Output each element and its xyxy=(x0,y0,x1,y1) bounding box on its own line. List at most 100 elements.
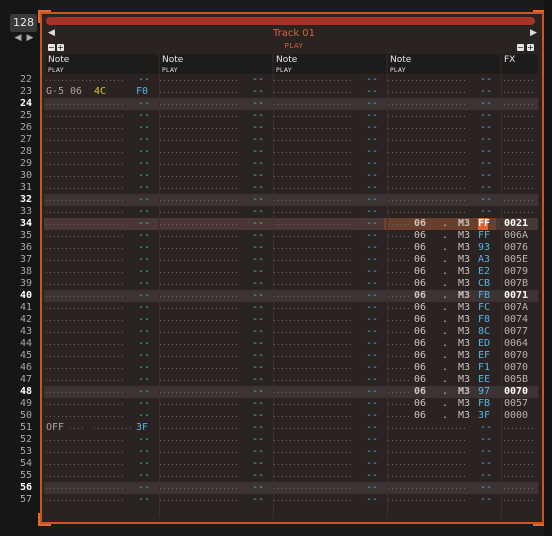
empty-cell-dots xyxy=(46,392,126,393)
empty-cell-dots xyxy=(274,428,354,429)
expand-plus-icon[interactable]: + xyxy=(57,44,64,52)
row-number: 56 xyxy=(19,482,32,493)
pattern-row[interactable]: -- -- -- 06. M3 EF 0070 xyxy=(44,350,538,362)
effect-value-cell: FC xyxy=(478,302,491,313)
pattern-row[interactable]: -- -- -- -- xyxy=(44,158,538,170)
empty-cell-dots xyxy=(504,500,536,501)
prev-track-arrow-icon[interactable]: ◀ xyxy=(12,32,24,44)
pattern-row[interactable]: G-5 06 4C F0 -- -- -- xyxy=(44,86,538,98)
pattern-row[interactable]: -- -- -- 06. M3 FC 007A xyxy=(44,302,538,314)
effect-value-empty: -- xyxy=(480,470,493,481)
column-header-fx[interactable]: FX xyxy=(502,54,538,74)
pattern-row[interactable]: -- -- -- 06. M3 A3 005E xyxy=(44,254,538,266)
effect-value-empty: -- xyxy=(138,446,151,457)
pattern-row[interactable]: -- -- -- 06. M3 E2 0079 xyxy=(44,266,538,278)
pattern-row[interactable]: -- -- -- -- xyxy=(44,182,538,194)
collapse-minus-icon[interactable]: − xyxy=(48,44,55,52)
column-header-1[interactable]: Note PLAY xyxy=(46,54,158,74)
fx-column-value: 0074 xyxy=(504,314,529,325)
track-title[interactable]: Track 01 xyxy=(200,28,388,39)
column-header-3[interactable]: Note PLAY xyxy=(274,54,386,74)
effect-value-empty: -- xyxy=(480,122,493,133)
empty-cell-dots xyxy=(160,224,240,225)
pattern-row[interactable]: -- -- -- 06. M3 F8 0074 xyxy=(44,314,538,326)
instrument-cell: 06 xyxy=(414,338,427,349)
track-scrollbar[interactable] xyxy=(46,17,535,25)
pattern-row[interactable]: -- -- -- 06. M3 ED 0064 xyxy=(44,338,538,350)
effect-value-empty: -- xyxy=(366,266,379,277)
empty-cell-dots xyxy=(504,128,536,129)
effect-value-empty: -- xyxy=(366,410,379,421)
row-number: 24 xyxy=(19,98,32,109)
empty-cell-dots xyxy=(274,404,354,405)
pattern-row[interactable]: -- -- -- 06. M3 F1 0070 xyxy=(44,362,538,374)
empty-cell-dots xyxy=(46,236,126,237)
pattern-row[interactable]: -- -- -- -- xyxy=(44,206,538,218)
instrument-cell: 06 xyxy=(414,290,427,301)
empty-cell-dots xyxy=(46,128,126,129)
panning-cell: . xyxy=(442,278,449,289)
pattern-row[interactable]: -- -- -- 06. M3 8C 0077 xyxy=(44,326,538,338)
pattern-row[interactable]: -- -- -- -- xyxy=(44,458,538,470)
pattern-row[interactable]: -- -- -- 06. M3 FF 006A xyxy=(44,230,538,242)
pattern-row[interactable]: -- -- -- -- xyxy=(44,434,538,446)
instrument-cell: 06 xyxy=(414,302,427,313)
pattern-row[interactable]: -- -- -- -- xyxy=(44,470,538,482)
pattern-row[interactable]: OFF 3F -- -- -- xyxy=(44,422,538,434)
empty-cell-dots xyxy=(160,332,240,333)
pattern-row[interactable]: -- -- -- -- xyxy=(44,122,538,134)
empty-cell-dots xyxy=(46,308,126,309)
effect-value-cell: ED xyxy=(478,338,491,349)
effect-value-empty: -- xyxy=(366,182,379,193)
row-number: 28 xyxy=(19,146,32,157)
lines-per-beat-field[interactable]: 128 xyxy=(10,14,37,32)
column-header-2[interactable]: Note PLAY xyxy=(160,54,272,74)
pattern-row[interactable]: -- -- -- -- xyxy=(44,482,538,494)
effect-value-cell: 8C xyxy=(478,326,491,337)
empty-cell-dots xyxy=(388,464,468,465)
effect-value-empty: -- xyxy=(138,134,151,145)
volume-cell: M3 xyxy=(458,218,471,229)
pattern-row[interactable]: -- -- -- 06. M3 93 0076 xyxy=(44,242,538,254)
next-track-arrow-icon[interactable]: ▶ xyxy=(24,32,36,44)
pattern-row[interactable]: -- -- -- 06. M3 CB 007B xyxy=(44,278,538,290)
pattern-row[interactable]: -- -- -- 06. M3 3F 0000 xyxy=(44,410,538,422)
pattern-row[interactable]: -- -- -- -- xyxy=(44,170,538,182)
pattern-row[interactable]: -- -- -- -- xyxy=(44,134,538,146)
pattern-row[interactable]: -- -- -- -- xyxy=(44,110,538,122)
effect-value-empty: -- xyxy=(366,470,379,481)
pattern-row[interactable]: -- -- -- -- xyxy=(44,98,538,110)
effect-value-empty: -- xyxy=(252,494,265,505)
pattern-row[interactable]: -- -- -- -- xyxy=(44,146,538,158)
scroll-left-arrow-icon[interactable]: ◀ xyxy=(48,28,55,38)
empty-cell-dots xyxy=(160,488,240,489)
effect-value-cell: 93 xyxy=(478,242,491,253)
empty-cell-dots xyxy=(160,500,240,501)
pattern-row[interactable]: -- -- -- 06. M3 FF 0021 xyxy=(44,218,538,230)
effect-value-empty: -- xyxy=(138,434,151,445)
empty-cell-dots xyxy=(388,392,412,393)
pattern-row[interactable]: -- -- -- 06. M3 FB 0071 xyxy=(44,290,538,302)
pattern-row[interactable]: -- -- -- 06. M3 EE 005B xyxy=(44,374,538,386)
volume-cell: M3 xyxy=(458,398,471,409)
pattern-row[interactable]: -- -- -- -- xyxy=(44,494,538,506)
column-separator xyxy=(501,74,502,518)
pattern-row[interactable]: -- -- -- 06. M3 FB 0057 xyxy=(44,398,538,410)
pattern-row[interactable]: -- -- -- -- xyxy=(44,446,538,458)
empty-cell-dots xyxy=(160,236,240,237)
empty-cell-dots xyxy=(160,356,240,357)
empty-cell-dots xyxy=(274,92,354,93)
column-header-4[interactable]: Note PLAY xyxy=(388,54,500,74)
scroll-right-arrow-icon[interactable]: ▶ xyxy=(530,28,537,38)
panning-cell: . xyxy=(442,398,449,409)
effect-value-empty: -- xyxy=(252,122,265,133)
remove-column-minus-icon[interactable]: − xyxy=(517,44,524,52)
effect-value-empty: -- xyxy=(366,194,379,205)
pattern-row[interactable]: -- -- -- -- xyxy=(44,74,538,86)
effect-value-empty: -- xyxy=(138,278,151,289)
pattern-row[interactable]: -- -- -- 06. M3 97 0070 xyxy=(44,386,538,398)
add-column-plus-icon[interactable]: + xyxy=(527,44,534,52)
effect-value-empty: -- xyxy=(252,434,265,445)
empty-cell-dots xyxy=(274,236,354,237)
pattern-row[interactable]: -- -- -- -- xyxy=(44,194,538,206)
